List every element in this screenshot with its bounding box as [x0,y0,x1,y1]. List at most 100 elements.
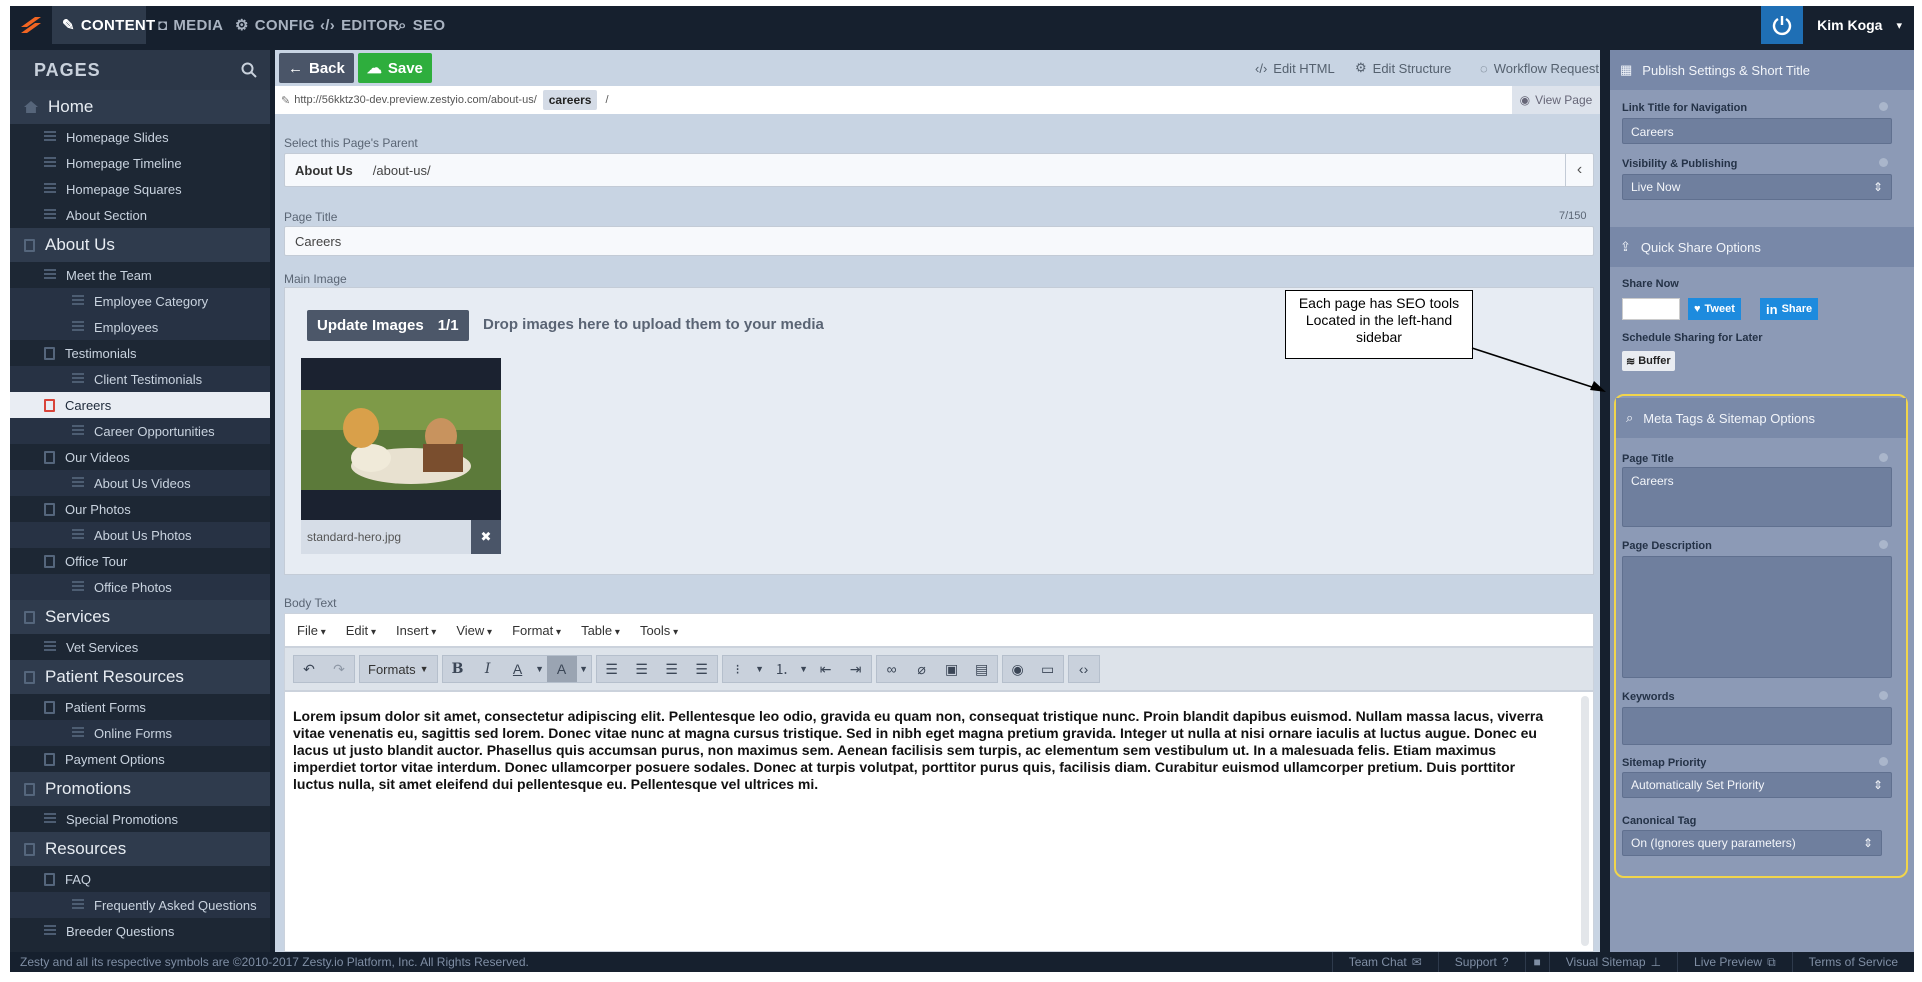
live-preview-link[interactable]: Live Preview ⧉ [1677,952,1792,972]
sidebar-item[interactable]: Special Promotions [10,806,270,832]
nav-editor[interactable]: ‹/› EDITOR [320,6,399,44]
sidebar-item[interactable]: Vet Services [10,634,270,660]
sidebar-item[interactable]: Meet the Team [10,262,270,288]
sidebar-item[interactable]: Testimonials [10,340,270,366]
media-browser-icon[interactable]: ▤ [967,656,997,682]
info-dot-icon[interactable] [1879,158,1888,167]
video-icon[interactable]: ■ [1524,952,1549,972]
linkedin-share-button[interactable]: in Share [1760,298,1819,320]
parent-select[interactable]: About Us /about-us/ ‹ [284,153,1594,187]
menu-tools[interactable]: Tools ▾ [640,623,678,638]
buffer-button[interactable]: ≋ Buffer [1622,351,1675,371]
sidebar-item[interactable]: Office Photos [10,574,270,600]
remove-image-button[interactable]: ✖ [471,520,501,554]
redo-icon[interactable]: ↷ [324,656,354,682]
sidebar-item[interactable]: Homepage Slides [10,124,270,150]
numbered-list-icon[interactable]: ⒈ [767,656,797,682]
back-button[interactable]: ← Back [279,53,354,83]
tweet-button[interactable]: ♥ Tweet [1688,298,1741,320]
url-slug[interactable]: careers [542,90,598,110]
sidebar-item[interactable]: Office Tour [10,548,270,574]
menu-file[interactable]: File ▾ [297,623,326,638]
italic-icon[interactable]: I [473,656,503,682]
sidebar-item[interactable]: Resources [10,832,270,866]
edit-structure-link[interactable]: ⚙ Edit Structure [1355,50,1451,86]
outdent-icon[interactable]: ⇤ [811,656,841,682]
caret-down-icon[interactable]: ▼ [753,656,767,682]
align-center-icon[interactable]: ☰ [627,656,657,682]
align-right-icon[interactable]: ☰ [657,656,687,682]
search-icon[interactable] [232,53,266,87]
sidebar-item[interactable]: Employees [10,314,270,340]
keywords-input[interactable] [1622,707,1892,745]
nav-config[interactable]: ⚙ CONFIG [235,6,315,44]
bold-icon[interactable]: B [443,656,473,682]
unlink-icon[interactable]: ⌀ [907,656,937,682]
sidebar-item[interactable]: Homepage Timeline [10,150,270,176]
sidebar-item[interactable]: Payment Options [10,746,270,772]
sidebar-item[interactable]: Home [10,90,270,124]
menu-insert[interactable]: Insert ▾ [396,623,436,638]
source-code-icon[interactable]: ‹› [1069,656,1099,682]
caret-down-icon[interactable]: ▼ [577,656,591,682]
visual-sitemap-link[interactable]: Visual Sitemap ⊥ [1548,952,1677,972]
sidebar-item[interactable]: About Section [10,202,270,228]
undo-icon[interactable]: ↶ [294,656,324,682]
nav-content[interactable]: ✎ CONTENT [52,6,155,44]
sidebar-item[interactable]: FAQ [10,866,270,892]
power-icon[interactable] [1761,6,1804,44]
chevron-left-icon[interactable]: ‹ [1565,154,1593,186]
align-left-icon[interactable]: ☰ [597,656,627,682]
sidebar-item[interactable]: Careers [10,392,270,418]
bullet-list-icon[interactable]: ⁝ [723,656,753,682]
menu-edit[interactable]: Edit ▾ [346,623,376,638]
user-menu[interactable]: Kim Koga ▾ [1761,6,1914,44]
view-page-button[interactable]: ◉ View Page [1512,86,1600,114]
share-message-input[interactable] [1622,298,1680,320]
text-color-icon[interactable]: A [503,656,533,682]
sidebar-item[interactable]: Homepage Squares [10,176,270,202]
sidebar-item[interactable]: About Us [10,228,270,262]
workflow-request-link[interactable]: ◌ Workflow Request [1480,50,1599,86]
support-link[interactable]: Support? [1437,952,1525,972]
canonical-tag-select[interactable]: On (Ignores query parameters) ⇕ [1622,830,1882,856]
caret-down-icon[interactable]: ▼ [533,656,547,682]
sidebar-item[interactable]: Online Forms [10,720,270,746]
team-chat-link[interactable]: Team Chat ✉ [1331,952,1438,972]
page-description-input[interactable] [1622,556,1892,678]
terms-link[interactable]: Terms of Service [1791,952,1914,972]
info-dot-icon[interactable] [1879,757,1888,766]
menu-view[interactable]: View ▾ [456,623,492,638]
quick-share-header[interactable]: ⇪ Quick Share Options [1610,227,1914,267]
info-dot-icon[interactable] [1879,691,1888,700]
image-icon[interactable]: ▣ [937,656,967,682]
sidebar-item[interactable]: Client Testimonials [10,366,270,392]
hero-image-thumbnail[interactable] [301,358,501,520]
sidebar-item[interactable]: Employee Category [10,288,270,314]
sidebar-item[interactable]: Breeder Questions [10,918,270,944]
body-text-editor[interactable]: Lorem ipsum dolor sit amet, consectetur … [284,691,1594,952]
align-justify-icon[interactable]: ☰ [687,656,717,682]
preview-icon[interactable]: ◉ [1003,656,1033,682]
formats-dropdown[interactable]: Formats ▼ [359,655,438,683]
nav-seo[interactable]: ⌕ SEO [398,6,445,44]
caret-down-icon[interactable]: ▼ [797,656,811,682]
sidebar-item[interactable]: Promotions [10,772,270,806]
sidebar-item[interactable]: Patient Resources [10,660,270,694]
info-dot-icon[interactable] [1879,540,1888,549]
sidebar-item[interactable]: Career Opportunities [10,418,270,444]
menu-table[interactable]: Table ▾ [581,623,620,638]
info-dot-icon[interactable] [1879,102,1888,111]
zesty-logo[interactable] [10,6,52,44]
seo-page-title-input[interactable]: Careers [1622,467,1892,527]
indent-icon[interactable]: ⇥ [841,656,871,682]
link-title-input[interactable]: Careers [1622,118,1892,144]
info-dot-icon[interactable] [1879,453,1888,462]
sidebar-item[interactable]: Frequently Asked Questions [10,892,270,918]
editor-scrollbar[interactable] [1581,696,1589,946]
visibility-select[interactable]: Live Now ⇕ [1622,174,1892,200]
sidebar-item[interactable]: About Us Photos [10,522,270,548]
media-icon[interactable]: ▭ [1033,656,1063,682]
sidebar-item[interactable]: Patient Forms [10,694,270,720]
link-icon[interactable]: ∞ [877,656,907,682]
